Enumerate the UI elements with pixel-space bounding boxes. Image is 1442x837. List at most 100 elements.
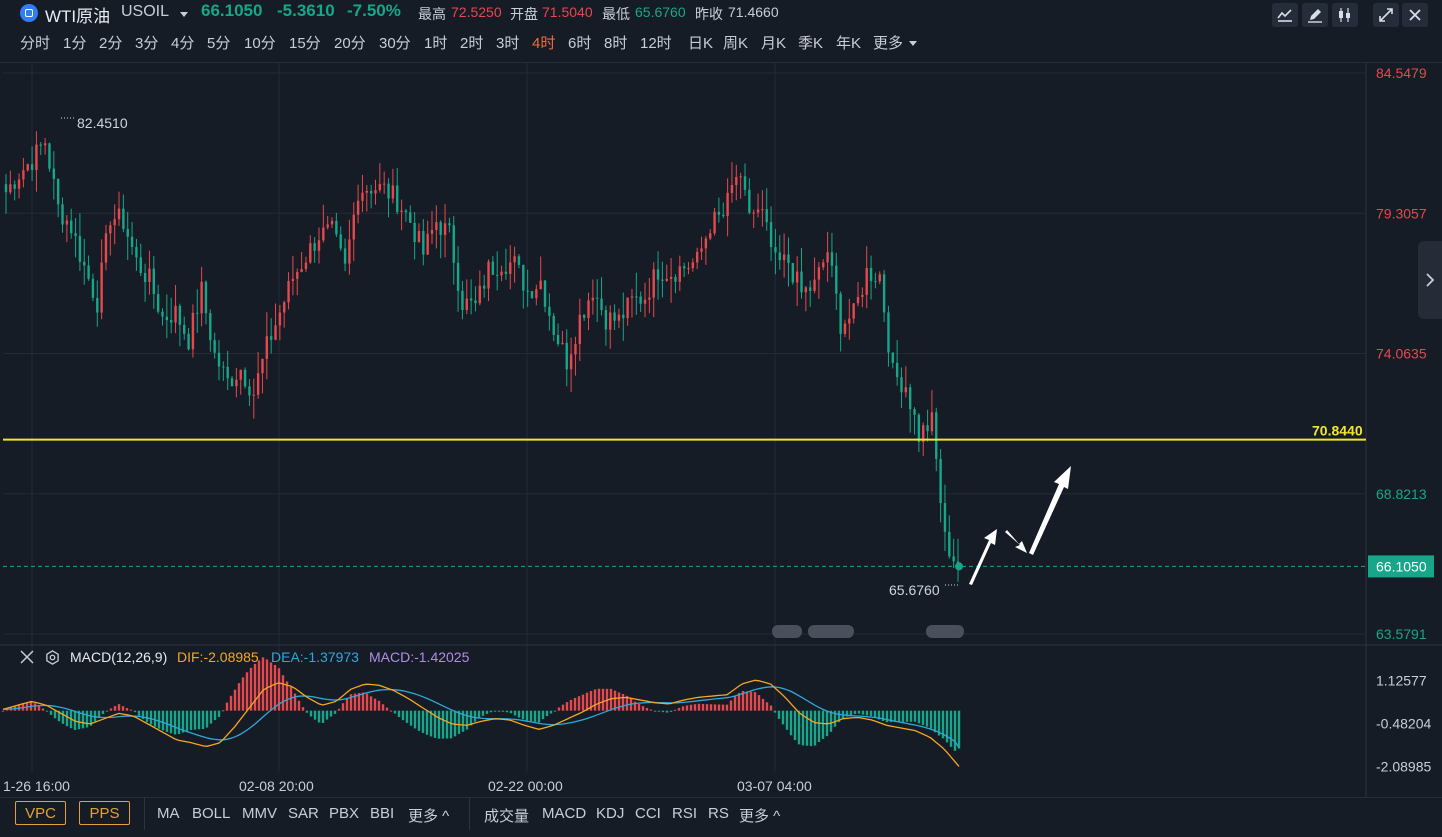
- candle-body: [74, 233, 77, 237]
- macd-bar: [597, 688, 601, 711]
- candle-body: [565, 342, 568, 370]
- macd-bar: [385, 707, 389, 711]
- price-chart[interactable]: 84.5479 79.3057 74.0635 68.8213 63.5791 82.45…: [0, 0, 1442, 797]
- macd-bar: [121, 706, 125, 711]
- macd-bar: [537, 710, 541, 723]
- candle-body: [891, 352, 894, 363]
- candle-body: [382, 183, 386, 185]
- macd-bar: [733, 696, 737, 711]
- candle-body: [417, 231, 421, 243]
- candle-body: [4, 184, 8, 193]
- macd-bar: [721, 704, 725, 711]
- subindicator-6[interactable]: 更多 ^: [739, 805, 780, 826]
- overlay-0[interactable]: MA: [157, 805, 180, 822]
- candle-body: [900, 377, 903, 393]
- candle-body: [869, 268, 873, 282]
- candle-body: [587, 300, 590, 318]
- candle-body: [739, 176, 742, 178]
- macd-bar: [97, 710, 101, 718]
- candle-body: [700, 248, 703, 252]
- overlay-6[interactable]: 更多 ^: [408, 805, 449, 826]
- candle-body: [70, 220, 73, 234]
- candle-body: [400, 210, 403, 212]
- subindicator-2[interactable]: KDJ: [596, 805, 624, 822]
- subindicator-3[interactable]: CCI: [635, 805, 661, 822]
- event-badge: [926, 625, 964, 638]
- macd-bar: [317, 710, 321, 723]
- macd-bar: [405, 710, 409, 723]
- price-axis-label: 84.5479: [1376, 65, 1427, 81]
- candle-body: [152, 268, 155, 295]
- candle-body: [622, 314, 625, 319]
- candle-body: [843, 323, 847, 334]
- panel-collapse-icon[interactable]: [1418, 241, 1442, 319]
- macd-bar: [677, 707, 681, 711]
- macd-bar: [209, 710, 213, 724]
- overlay-5[interactable]: BBI: [370, 805, 394, 822]
- macd-bar: [305, 710, 309, 713]
- subindicator-1[interactable]: MACD: [542, 805, 586, 822]
- candle-body: [722, 214, 725, 217]
- overlay-1[interactable]: BOLL: [192, 805, 230, 822]
- candle-body: [22, 170, 25, 180]
- candle-body: [574, 344, 577, 355]
- subindicator-0[interactable]: 成交量: [484, 805, 529, 826]
- macd-bar: [513, 710, 517, 716]
- candle-body: [895, 362, 899, 378]
- subindicator-5[interactable]: RS: [708, 805, 729, 822]
- candle-body: [352, 214, 355, 240]
- overlay-3[interactable]: SAR: [288, 805, 319, 822]
- candle-body: [743, 176, 747, 190]
- macd-bar: [481, 710, 485, 716]
- candle-body: [409, 212, 412, 223]
- event-badge: [808, 625, 854, 638]
- candle-body: [661, 279, 664, 281]
- candle-body: [183, 324, 186, 334]
- candle-body: [543, 280, 547, 307]
- macd-bar: [201, 710, 205, 730]
- candle-body: [882, 274, 886, 313]
- candle-body: [317, 240, 321, 251]
- macd-bar: [177, 710, 181, 735]
- overlay-4[interactable]: PBX: [329, 805, 359, 822]
- pps-toggle[interactable]: PPS: [79, 801, 130, 825]
- candle-body: [148, 268, 151, 282]
- macd-bar: [725, 704, 729, 711]
- vpc-toggle[interactable]: VPC: [15, 801, 66, 825]
- macd-bar: [469, 710, 473, 726]
- candle-body: [782, 254, 786, 261]
- macd-bar: [673, 709, 677, 711]
- candle-body: [174, 305, 177, 323]
- candle-body: [426, 233, 429, 255]
- macd-bar: [873, 710, 877, 718]
- candle-body: [165, 316, 169, 321]
- macd-bar: [253, 663, 257, 711]
- macd-bar: [337, 708, 341, 711]
- candle-body: [669, 276, 673, 279]
- macd-bar: [685, 705, 689, 711]
- candle-body: [487, 261, 490, 289]
- macd-title: MACD(12,26,9): [70, 649, 168, 665]
- macd-bar: [129, 709, 133, 711]
- macd-bar: [409, 710, 413, 726]
- overlay-2[interactable]: MMV: [242, 805, 277, 822]
- candle-body: [917, 414, 921, 442]
- candle-body: [539, 280, 542, 290]
- candle-body: [535, 289, 538, 299]
- macd-dif: DIF:-2.08985: [177, 649, 259, 665]
- macd-bar: [417, 710, 421, 731]
- close-indicator-icon[interactable]: [20, 650, 34, 667]
- candle-body: [561, 342, 564, 345]
- macd-bar: [953, 710, 957, 751]
- candle-body: [935, 412, 938, 459]
- subindicator-4[interactable]: RSI: [672, 805, 697, 822]
- candle-body: [452, 225, 455, 263]
- candle-body: [839, 293, 842, 334]
- candle-body: [300, 269, 303, 272]
- candle-body: [261, 358, 264, 374]
- macd-bar: [197, 710, 201, 730]
- indicator-settings-icon[interactable]: [45, 650, 60, 668]
- macd-bar: [789, 710, 793, 736]
- macd-bar: [885, 710, 889, 723]
- macd-bar: [473, 710, 477, 722]
